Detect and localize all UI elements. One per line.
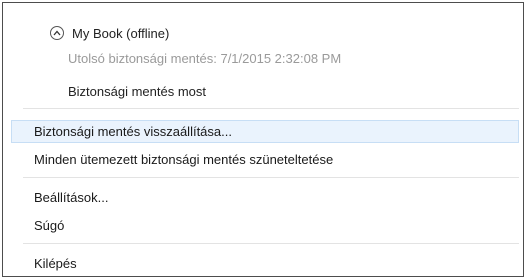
device-title: My Book (offline)	[72, 25, 170, 41]
context-menu: My Book (offline) Utolsó biztonsági ment…	[2, 2, 524, 277]
last-backup-text: Utolsó biztonsági mentés: 7/1/2015 2:32:…	[68, 51, 342, 66]
menu-separator	[23, 108, 519, 109]
device-section: My Book (offline) Utolsó biztonsági ment…	[50, 13, 510, 111]
collapse-chevron-icon[interactable]	[50, 26, 64, 40]
menu-separator	[23, 177, 519, 178]
menu-separator	[23, 243, 519, 244]
menu-item-help[interactable]: Súgó	[11, 214, 519, 237]
device-title-row: My Book (offline)	[50, 24, 169, 42]
backup-now-button[interactable]: Biztonsági mentés most	[68, 84, 206, 99]
chevron-up-icon	[53, 30, 61, 36]
menu-item-exit[interactable]: Kilépés	[11, 252, 519, 275]
menu-item-settings[interactable]: Beállítások...	[11, 186, 519, 209]
menu-item-pause-all[interactable]: Minden ütemezett biztonsági mentés szüne…	[11, 148, 519, 171]
menu-item-restore[interactable]: Biztonsági mentés visszaállítása...	[11, 120, 519, 143]
